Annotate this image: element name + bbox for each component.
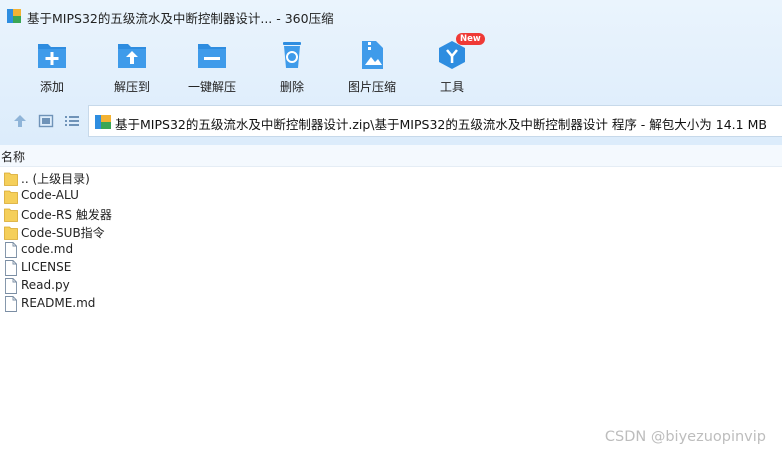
image-compress-icon	[362, 41, 383, 69]
file-name: README.md	[21, 296, 96, 310]
extract-to-button[interactable]: 解压到	[97, 36, 167, 98]
add-label: 添加	[39, 80, 64, 94]
folder-icon	[4, 226, 18, 240]
watermark: CSDN @biyezuopinvip	[604, 429, 766, 445]
file-name: Read.py	[21, 278, 70, 292]
list-item-file[interactable]: README.md	[0, 295, 400, 313]
file-name: code.md	[21, 242, 74, 256]
add-button[interactable]: 添加	[17, 36, 87, 98]
list-item-file[interactable]: LICENSE	[0, 259, 400, 277]
file-name: LICENSE	[21, 260, 72, 274]
window-title: 基于MIPS32的五级流水及中断控制器设计... - 360压缩	[27, 11, 334, 26]
address-row: 基于MIPS32的五级流水及中断控制器设计.zip\基于MIPS32的五级流水及…	[0, 105, 782, 137]
one-click-extract-label: 一键解压	[187, 80, 236, 94]
delete-icon	[283, 42, 301, 68]
up-arrow-icon[interactable]	[12, 113, 28, 129]
extract-to-label: 解压到	[113, 80, 150, 94]
list-item-folder[interactable]: Code-RS 触发器	[0, 205, 400, 223]
file-name: Code-SUB指令	[21, 226, 105, 240]
one-click-extract-icon	[198, 44, 226, 68]
list-item-file[interactable]: code.md	[0, 241, 400, 259]
file-name: Code-ALU	[21, 188, 79, 202]
tools-label: 工具	[439, 80, 464, 94]
list-item-folder[interactable]: Code-ALU	[0, 187, 400, 205]
file-icon	[5, 242, 17, 258]
column-header-label: 名称	[1, 150, 26, 164]
tools-button[interactable]: New 工具	[417, 33, 487, 98]
folder-icon	[4, 172, 18, 186]
delete-button[interactable]: 删除	[257, 36, 327, 98]
file-icon	[5, 296, 17, 312]
file-icon	[5, 260, 17, 276]
folder-icon	[4, 208, 18, 222]
add-icon	[38, 44, 66, 68]
list-item-file[interactable]: Read.py	[0, 277, 400, 295]
image-compress-button[interactable]: 图片压缩	[337, 36, 407, 98]
thumbnail-view-icon[interactable]	[38, 113, 54, 129]
one-click-extract-button[interactable]: 一键解压	[177, 36, 247, 98]
file-icon	[5, 278, 17, 294]
list-item-parent-dir[interactable]: .. (上级目录)	[0, 169, 400, 187]
folder-icon	[4, 190, 18, 204]
file-name: Code-RS 触发器	[21, 208, 112, 222]
zip-archive-icon	[95, 115, 111, 129]
toolbar: 添加 解压到 一键解压 删除 图片压缩 New 工具	[0, 33, 782, 98]
title-bar: 基于MIPS32的五级流水及中断控制器设计... - 360压缩	[0, 0, 782, 32]
list-view-icon[interactable]	[64, 113, 80, 129]
address-path: 基于MIPS32的五级流水及中断控制器设计.zip\基于MIPS32的五级流水及…	[115, 117, 767, 132]
file-name: .. (上级目录)	[21, 172, 90, 186]
app-logo-icon	[7, 9, 21, 23]
image-compress-label: 图片压缩	[347, 80, 396, 94]
address-bar[interactable]: 基于MIPS32的五级流水及中断控制器设计.zip\基于MIPS32的五级流水及…	[88, 105, 782, 137]
column-header-name[interactable]: 名称	[0, 145, 782, 167]
extract-to-icon	[118, 44, 146, 68]
delete-label: 删除	[279, 80, 304, 94]
new-badge: New	[456, 33, 485, 45]
list-item-folder[interactable]: Code-SUB指令	[0, 223, 400, 241]
